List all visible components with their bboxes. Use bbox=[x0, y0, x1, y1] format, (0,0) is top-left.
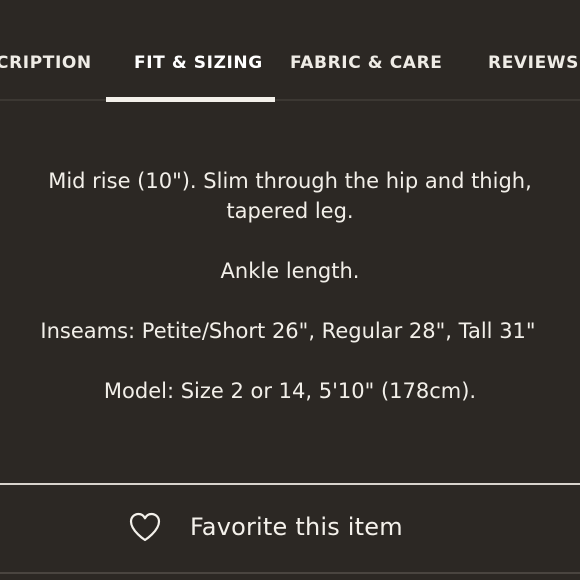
tab-description[interactable]: CRIPTION bbox=[0, 52, 92, 74]
product-info-tabs: CRIPTION FIT & SIZING FABRIC & CARE REVI… bbox=[0, 0, 580, 102]
heart-outline-icon bbox=[129, 512, 161, 542]
bottom-divider bbox=[0, 572, 580, 574]
favorite-label: Favorite this item bbox=[190, 513, 403, 541]
tabs-divider bbox=[0, 99, 580, 101]
inseams-description: Inseams: Petite/Short 26", Regular 28", … bbox=[40, 319, 536, 343]
section-divider bbox=[0, 483, 580, 485]
model-size-description: Model: Size 2 or 14, 5'10" (178cm). bbox=[103, 379, 477, 403]
active-tab-indicator bbox=[106, 97, 275, 102]
rise-description: Mid rise (10"). Slim through the hip and… bbox=[0, 166, 580, 226]
length-description: Ankle length. bbox=[220, 259, 360, 283]
rise-line-1: Mid rise (10"). Slim through the hip and… bbox=[48, 169, 532, 193]
rise-line-2: tapered leg. bbox=[226, 199, 354, 223]
tab-fit-sizing[interactable]: FIT & SIZING bbox=[134, 52, 263, 74]
tab-fabric-care[interactable]: FABRIC & CARE bbox=[290, 52, 442, 74]
tab-reviews[interactable]: REVIEWS bbox=[488, 52, 579, 74]
favorite-button[interactable]: Favorite this item bbox=[128, 505, 403, 549]
fit-sizing-panel: Mid rise (10"). Slim through the hip and… bbox=[0, 166, 580, 406]
